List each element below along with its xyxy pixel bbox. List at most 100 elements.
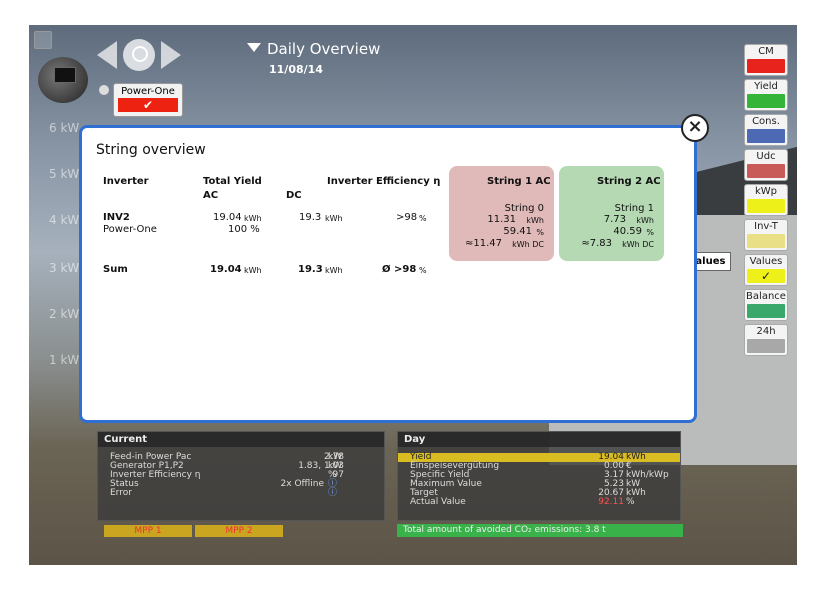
header-inverter: Inverter <box>103 176 149 187</box>
cm-button[interactable]: CM <box>744 44 788 76</box>
string-ac-unit: kWh <box>526 216 544 225</box>
header-dc: DC <box>286 190 302 201</box>
mpp-2-bar: MPP 2 <box>195 525 283 537</box>
cons-button[interactable]: Cons. <box>744 114 788 146</box>
inverter-brand: Power-One <box>103 224 157 235</box>
axis-label: 2 kW <box>49 307 80 321</box>
yield-button[interactable]: Yield <box>744 79 788 111</box>
udc-button[interactable]: Udc <box>744 149 788 181</box>
button-label: Values <box>749 256 783 267</box>
string-name: String 0 <box>504 203 544 214</box>
button-label: 24h <box>756 326 776 337</box>
string-dc-unit: kWh DC <box>512 240 544 249</box>
string-pct: 40.59 <box>613 226 642 237</box>
modal-title: String overview <box>96 142 206 158</box>
button-label: kWp <box>754 186 778 197</box>
current-row: Error ⓘ <box>110 488 338 498</box>
prev-day-arrow-icon[interactable] <box>97 41 117 69</box>
color-swatch <box>747 129 785 143</box>
select-checkbox[interactable] <box>34 31 52 49</box>
sum-ac-unit: kWh <box>244 266 262 275</box>
sum-eff-unit: % <box>419 266 427 275</box>
check-icon: ✓ <box>747 269 785 283</box>
string-1-card: String 1 AC String 0 11.31 kWh 59.41 % ≈… <box>449 166 554 261</box>
color-swatch <box>747 234 785 248</box>
color-swatch <box>747 94 785 108</box>
axis-label: 5 kW <box>49 167 80 181</box>
string-pct-unit: % <box>646 228 654 237</box>
color-swatch <box>747 59 785 73</box>
string-ac-unit: kWh <box>636 216 654 225</box>
button-label: Yield <box>754 81 778 92</box>
co2-bar: Total amount of avoided CO₂ emissions: 3… <box>397 524 683 537</box>
axis-label: 6 kW <box>49 121 80 135</box>
axis-label: 1 kW <box>49 353 80 367</box>
button-label: Balance <box>746 291 786 302</box>
collapse-icon[interactable] <box>99 85 109 95</box>
string-overview-modal: String overview Inverter Total Yield AC … <box>79 125 697 423</box>
inverter-name: INV2 <box>103 212 130 223</box>
string-2-card: String 2 AC String 1 7.73 kWh 40.59 % ≈7… <box>559 166 664 261</box>
inverter-image <box>38 57 88 103</box>
values-button[interactable]: Values ✓ <box>744 254 788 286</box>
sum-label: Sum <box>103 264 128 275</box>
inverter-dc-value: 19.3 <box>299 212 322 223</box>
inverter-ac-unit: kWh <box>244 214 262 223</box>
current-panel: Current Feed-in Power Pac 2.78 kW Generato… <box>97 431 385 521</box>
inverter-eff-value: >98 <box>396 212 418 223</box>
inv-t-button[interactable]: Inv-T <box>744 219 788 251</box>
24h-button[interactable]: 24h <box>744 324 788 356</box>
string-ac: 7.73 <box>603 214 626 225</box>
axis-label: 3 kW <box>49 261 80 275</box>
string-dc: ≈11.47 <box>464 238 502 249</box>
button-label: Udc <box>756 151 776 162</box>
current-row: Status 2x Offline ⓘ <box>110 479 338 489</box>
color-swatch <box>747 164 785 178</box>
header: Daily Overview 11/08/14 <box>247 39 380 77</box>
string-title: String 2 AC <box>597 176 661 187</box>
device-toggle[interactable]: Power-One ✔ <box>113 83 183 117</box>
button-label: CM <box>758 46 774 57</box>
color-swatch <box>747 339 785 353</box>
color-swatch <box>747 304 785 318</box>
string-name: String 1 <box>614 203 654 214</box>
button-label: Inv-T <box>754 221 778 232</box>
check-icon: ✔ <box>118 98 178 112</box>
kwp-button[interactable]: kWp <box>744 184 788 216</box>
day-panel: Day Yield 19.04 kWh Einspeisevergütung 0.00… <box>397 431 681 521</box>
page-title[interactable]: Daily Overview <box>267 40 380 58</box>
sum-eff-value: Ø >98 <box>382 264 417 275</box>
color-swatch <box>747 199 785 213</box>
inverter-dc-unit: kWh <box>325 214 343 223</box>
header-efficiency: Inverter Efficiency η <box>327 176 441 187</box>
inverter-eff-unit: % <box>419 214 427 223</box>
page-date: 11/08/14 <box>269 63 323 76</box>
sum-dc-unit: kWh <box>325 266 343 275</box>
dropdown-triangle-icon[interactable] <box>247 43 261 52</box>
sum-dc-value: 19.3 <box>298 264 323 275</box>
info-icon[interactable]: ⓘ <box>328 489 337 498</box>
string-dc: ≈7.83 <box>581 238 612 249</box>
inverter-ac-value: 19.04 <box>213 212 242 223</box>
device-label: Power-One <box>121 86 175 97</box>
button-label: Cons. <box>752 116 780 127</box>
zoom-magnifier-icon[interactable] <box>123 39 155 71</box>
sum-ac-value: 19.04 <box>210 264 242 275</box>
current-row: Inverter Efficiency η 97% <box>110 470 344 480</box>
balance-button[interactable]: Balance <box>744 289 788 321</box>
panel-title: Day <box>398 432 680 447</box>
header-total-yield: Total Yield <box>203 176 262 187</box>
inverter-share: 100 % <box>228 224 260 235</box>
string-title: String 1 AC <box>487 176 551 187</box>
mpp-1-bar: MPP 1 <box>104 525 192 537</box>
string-pct: 59.41 <box>503 226 532 237</box>
string-ac: 11.31 <box>487 214 516 225</box>
close-icon[interactable]: × <box>681 114 709 142</box>
panel-title: Current <box>98 432 384 447</box>
string-pct-unit: % <box>536 228 544 237</box>
string-dc-unit: kWh DC <box>622 240 654 249</box>
header-ac: AC <box>203 190 219 201</box>
next-day-arrow-icon[interactable] <box>161 41 181 69</box>
axis-label: 4 kW <box>49 213 80 227</box>
day-row: Actual Value 92.11% <box>410 497 635 507</box>
